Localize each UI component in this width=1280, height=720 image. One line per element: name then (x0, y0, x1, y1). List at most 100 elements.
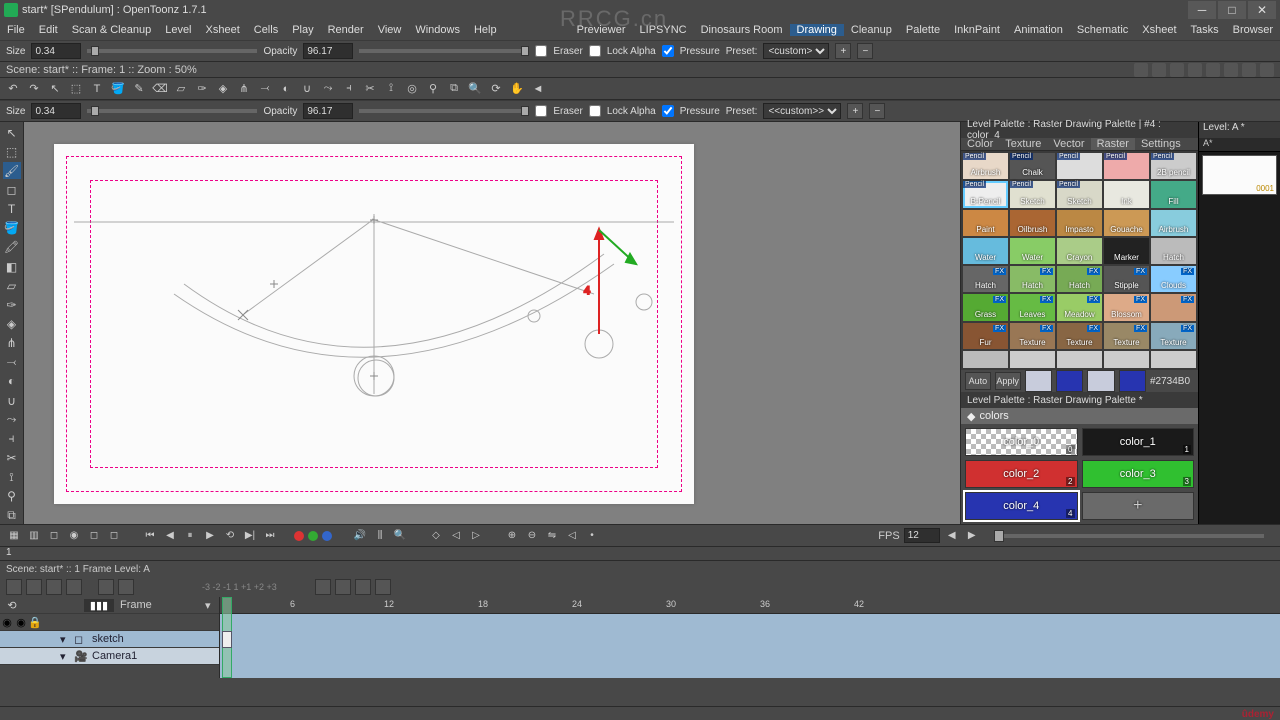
zoom-in-icon[interactable]: ⊕ (504, 528, 520, 544)
menu-file[interactable]: File (0, 24, 32, 36)
room-browser[interactable]: Browser (1226, 24, 1280, 36)
brush-Impasto[interactable]: Impasto (1057, 210, 1102, 236)
brush-Airbrush[interactable]: AirbrushPencil (963, 153, 1008, 179)
pause-button[interactable]: ⏸ (182, 528, 198, 544)
reset-view-icon[interactable]: ◁ (564, 528, 580, 544)
prev-frame-button[interactable]: ◀ (162, 528, 178, 544)
pinch-tool-icon[interactable]: ⤙ (256, 80, 274, 98)
color-swatch-color_0[interactable]: color_00 (965, 428, 1078, 456)
eraser2-checkbox[interactable] (535, 105, 547, 117)
skeleton-tool[interactable]: ⟟ (3, 469, 21, 486)
opacity2-input[interactable] (303, 103, 353, 119)
menu-scan-cleanup[interactable]: Scan & Cleanup (65, 24, 159, 36)
option-e-icon[interactable]: ◻ (86, 528, 102, 544)
current-style-swatch-c[interactable] (1087, 370, 1114, 392)
brush-item[interactable] (1010, 351, 1055, 368)
menu-xsheet[interactable]: Xsheet (199, 24, 247, 36)
current-style-swatch-a[interactable] (1025, 370, 1052, 392)
option-d-icon[interactable]: ◉ (66, 528, 82, 544)
iron-tool-icon[interactable]: ⫞ (340, 80, 358, 98)
lockalpha-checkbox[interactable] (589, 45, 601, 57)
size-input[interactable] (31, 43, 81, 59)
menu-view[interactable]: View (371, 24, 409, 36)
brush-Paint[interactable]: Paint (963, 210, 1008, 236)
brush-item[interactable]: Pencil (1057, 153, 1102, 179)
control-point-tool[interactable]: ⋔ (3, 335, 21, 352)
preset-remove-button[interactable]: − (857, 43, 873, 59)
menu-edit[interactable]: Edit (32, 24, 65, 36)
channel-green-icon[interactable] (308, 531, 318, 541)
first-frame-button[interactable]: ⏮ (142, 528, 158, 544)
sound-icon[interactable]: 🔊 (352, 528, 368, 544)
brush-Water[interactable]: Water (963, 238, 1008, 264)
brush-Leaves[interactable]: Leaves (1010, 294, 1055, 320)
tab-vector[interactable]: Vector (1047, 138, 1090, 150)
3d-view-icon[interactable] (1170, 63, 1184, 77)
stylepicker-tool-icon[interactable]: ✑ (193, 80, 211, 98)
room-inknpaint[interactable]: InknPaint (947, 24, 1007, 36)
misc-icon[interactable]: • (584, 528, 600, 544)
type-tool[interactable]: T (3, 201, 21, 218)
size2-input[interactable] (31, 103, 81, 119)
brush-Hatch[interactable]: Hatch (1057, 266, 1102, 292)
geometric-tool[interactable]: ◻ (3, 181, 21, 198)
preset2-remove-button[interactable]: − (869, 103, 885, 119)
rotate-tool-icon[interactable]: ⟳ (487, 80, 505, 98)
colors-page-tab[interactable]: ◆colors (961, 408, 1198, 424)
brush-item[interactable] (963, 351, 1008, 368)
room-xsheet[interactable]: Xsheet (1135, 24, 1183, 36)
tl-tool-4[interactable] (66, 579, 82, 595)
brush-Blossom[interactable]: Blossom (1104, 294, 1149, 320)
cutter-tool-icon[interactable]: ✂ (361, 80, 379, 98)
viewer-toggle-icon[interactable] (1134, 63, 1148, 77)
tl-tool-8[interactable] (335, 579, 351, 595)
loop-button[interactable]: ⟲ (222, 528, 238, 544)
brush-Meadow[interactable]: Meadow (1057, 294, 1102, 320)
plastic-tool[interactable]: ⧉ (3, 507, 21, 524)
arrow-tool-icon[interactable]: ↖ (46, 80, 64, 98)
brush-Texture[interactable]: Texture (1151, 323, 1196, 349)
room-animation[interactable]: Animation (1007, 24, 1070, 36)
histogram-icon[interactable]: ⫼ (372, 528, 388, 544)
tl-tool-6[interactable] (118, 579, 134, 595)
tl-tool-10[interactable] (375, 579, 391, 595)
undo-icon[interactable]: ↶ (4, 80, 22, 98)
frame-thumbnail[interactable]: 0001 (1202, 155, 1277, 195)
edit-tool[interactable]: ↖ (3, 124, 21, 141)
zoom-out-icon[interactable]: ⊖ (524, 528, 540, 544)
safe-area-icon[interactable] (1242, 63, 1256, 77)
brush-2B pencil[interactable]: 2B pencilPencil (1151, 153, 1196, 179)
size2-slider[interactable] (87, 109, 257, 113)
add-color-button[interactable]: + (1082, 492, 1195, 520)
brush-Texture[interactable]: Texture (1057, 323, 1102, 349)
menu-render[interactable]: Render (321, 24, 371, 36)
magnet-tool[interactable]: ∪ (3, 392, 21, 409)
brush-Fur[interactable]: Fur (963, 323, 1008, 349)
magnet-tool-icon[interactable]: ∪ (298, 80, 316, 98)
brush-item[interactable] (1057, 351, 1102, 368)
tab-texture[interactable]: Texture (999, 138, 1047, 150)
eraser-tool-icon[interactable]: ⌫ (151, 80, 169, 98)
fps-up-icon[interactable]: ▶ (964, 528, 980, 544)
minimize-button[interactable]: ─ (1188, 1, 1216, 19)
brush-item[interactable] (1104, 351, 1149, 368)
color-swatch-color_2[interactable]: color_22 (965, 460, 1078, 488)
redo-icon[interactable]: ↷ (25, 80, 43, 98)
layer-row-sketch[interactable]: ▾ ◻ sketch (0, 631, 219, 648)
color-swatch-color_4[interactable]: color_44 (965, 492, 1078, 520)
brush-item[interactable]: Pencil (1104, 153, 1149, 179)
menu-help[interactable]: Help (467, 24, 504, 36)
back-icon[interactable]: ◄ (529, 80, 547, 98)
prev-key-icon[interactable]: ◁ (448, 528, 464, 544)
rgb-picker-tool-icon[interactable]: ◈ (214, 80, 232, 98)
locator-icon[interactable]: 🔍 (392, 528, 408, 544)
tl-tool-7[interactable] (315, 579, 331, 595)
room-cleanup[interactable]: Cleanup (844, 24, 899, 36)
menu-play[interactable]: Play (285, 24, 320, 36)
room-schematic[interactable]: Schematic (1070, 24, 1135, 36)
opacity-input[interactable] (303, 43, 353, 59)
brush-Hatch[interactable]: Hatch (1151, 238, 1196, 264)
brush-Ink[interactable]: Ink (1104, 181, 1149, 207)
brush-Oilbrush[interactable]: Oilbrush (1010, 210, 1055, 236)
room-drawing[interactable]: Drawing (790, 24, 844, 36)
